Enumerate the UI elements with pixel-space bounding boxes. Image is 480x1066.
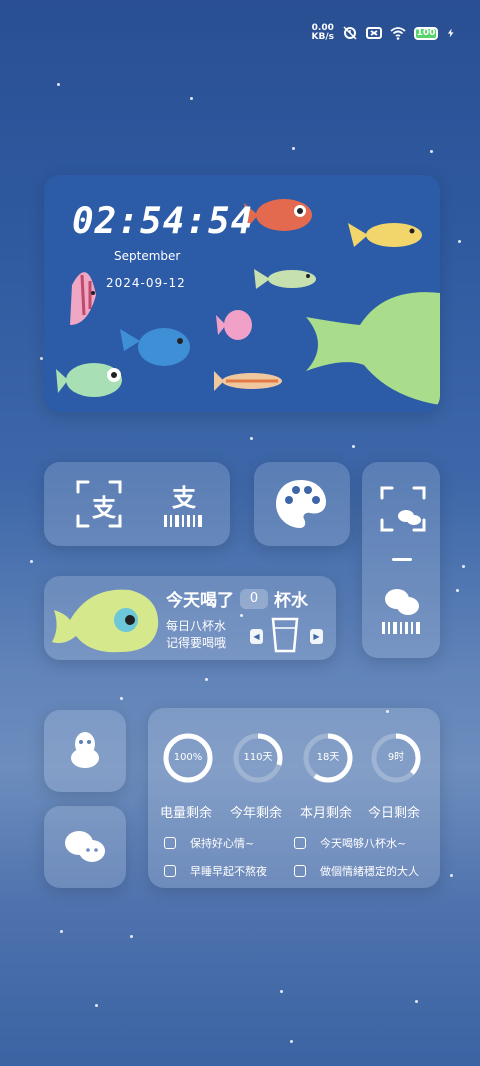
water-suffix: 杯水 [274, 591, 308, 611]
battery-level: 100 [416, 27, 436, 38]
wechat-chat-icon [65, 831, 105, 862]
todo-checkbox[interactable] [164, 837, 176, 849]
alipay-glyph: 支 [92, 494, 116, 522]
ring-value: 100% [173, 752, 203, 763]
water-reminder-widget[interactable]: 今天喝了 0 杯水 每日八杯水 记得要喝哦 ◀ ▶ [44, 576, 336, 660]
small-pink-fish-icon [216, 310, 252, 340]
increase-cup-button[interactable]: ▶ [310, 629, 323, 644]
stats-widget: 100% 110天 18天 9时 电量剩余 今年剩余 本月剩余 今日剩余 保持好… [148, 708, 440, 888]
todo-item[interactable]: 保持好心情~ [164, 835, 254, 851]
qq-penguin-icon [71, 732, 99, 768]
cup-icon [271, 617, 299, 653]
todo-item[interactable]: 早睡早起不熬夜 [164, 863, 267, 879]
barcode-icon [164, 515, 202, 527]
alipay-widget: 支 支 [44, 462, 230, 546]
no-sim-icon [366, 27, 382, 39]
teal-fish-icon [56, 363, 122, 397]
battery-ring: 100% [162, 732, 214, 784]
water-line2: 每日八杯水 [166, 619, 227, 633]
stat-label: 今日剩余 [368, 806, 421, 821]
blue-fish-icon [120, 328, 190, 366]
clock-widget[interactable]: 02:54:54 September 2024-09-12 [44, 175, 440, 412]
pink-fish-icon [70, 272, 96, 325]
ring-value: 9时 [387, 752, 405, 763]
green-fish-icon [254, 269, 316, 289]
ring-value: 110天 [243, 752, 273, 763]
clock-date: 2024-09-12 [106, 276, 186, 290]
todo-text: 今天喝够八杯水~ [320, 837, 407, 850]
theme-widget[interactable] [254, 462, 350, 546]
month-ring: 18天 [302, 732, 354, 784]
stat-label: 今年剩余 [230, 806, 283, 821]
wechat-pay-widget [362, 462, 440, 658]
net-speed-unit: KB/s [311, 32, 334, 42]
palette-icon [276, 480, 326, 528]
cup-count: 0 [240, 588, 268, 609]
wechat-icon[interactable] [384, 588, 420, 616]
todo-checkbox[interactable] [164, 865, 176, 877]
todo-checkbox[interactable] [294, 837, 306, 849]
whale-icon [306, 292, 440, 405]
water-reminder-text: 每日八杯水 记得要喝哦 [166, 618, 226, 652]
charging-icon [447, 28, 454, 38]
ring-value: 18天 [316, 752, 340, 763]
water-line3: 记得要喝哦 [166, 636, 227, 650]
yellow-fish-icon [348, 223, 422, 247]
alipay-paycode-button[interactable]: 支 [162, 478, 206, 532]
whale-fish-icon [52, 589, 159, 653]
orange-fish-icon [244, 199, 312, 231]
qq-shortcut[interactable] [44, 710, 126, 792]
clock-time: 02:54:54 [72, 201, 254, 242]
wechat-barcode-icon[interactable] [380, 620, 424, 636]
todo-text: 早睡早起不熬夜 [190, 865, 267, 878]
year-ring: 110天 [232, 732, 284, 784]
water-count-line: 今天喝了 0 杯水 [166, 586, 308, 611]
clock-month: September [114, 249, 181, 263]
todo-item[interactable]: 今天喝够八杯水~ [294, 835, 406, 851]
todo-text: 保持好心情~ [190, 837, 255, 850]
wechat-scan-icon[interactable] [380, 486, 426, 532]
water-prefix: 今天喝了 [166, 591, 234, 611]
stat-label: 本月剩余 [300, 806, 353, 821]
todo-checkbox[interactable] [294, 865, 306, 877]
wechat-shortcut[interactable] [44, 806, 126, 888]
day-ring: 9时 [370, 732, 422, 784]
decrease-cup-button[interactable]: ◀ [250, 629, 263, 644]
todo-text: 做個情緒穩定的大人 [320, 865, 419, 878]
alarm-icon [343, 26, 357, 40]
status-bar: 0.00 KB/s 100 [312, 22, 456, 44]
battery-icon: 100 [414, 26, 438, 40]
paycode-glyph: 支 [172, 484, 196, 512]
todo-item[interactable]: 做個情緒穩定的大人 [294, 863, 419, 879]
divider [392, 558, 412, 561]
network-speed: 0.00 KB/s [312, 24, 334, 42]
wifi-icon [390, 27, 406, 40]
stat-label: 电量剩余 [160, 806, 213, 821]
striped-fish-icon [214, 371, 282, 391]
